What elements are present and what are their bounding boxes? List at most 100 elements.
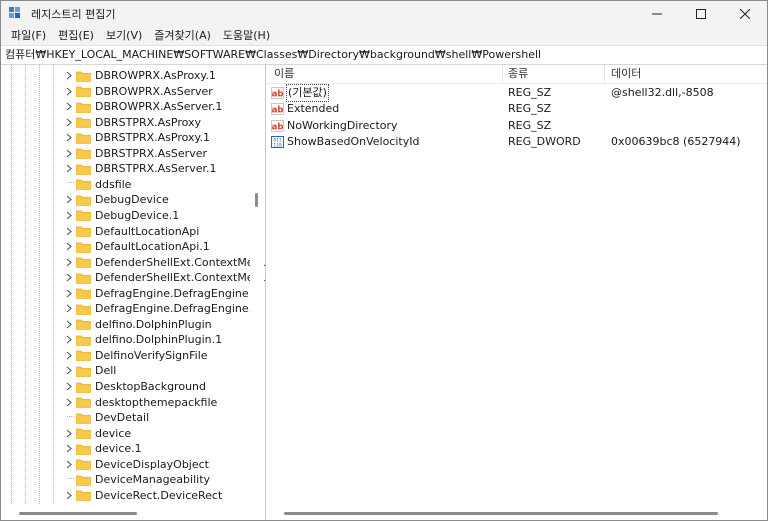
tree-item[interactable]: DefragEngine.DefragEngine	[1, 286, 249, 301]
tree-item[interactable]: delfino.DolphinPlugin.1	[1, 332, 222, 347]
column-data-header[interactable]: 데이터	[611, 65, 641, 83]
chevron-right-icon[interactable]	[64, 289, 74, 298]
value-row[interactable]: ab Extended REG_SZ	[266, 101, 767, 117]
tree-item-label: Dell	[95, 364, 117, 378]
dword-value-icon: 011 110	[271, 135, 284, 148]
key-tree-pane[interactable]: DBROWPRX.AsProxy.1 DBROWPRX.AsServer DBROW…	[1, 65, 266, 520]
tree-item[interactable]: DebugDevice.1	[1, 208, 179, 223]
chevron-right-icon[interactable]	[64, 366, 74, 375]
tree-item[interactable]: DBRSTPRX.AsServer.1	[1, 161, 216, 176]
chevron-right-icon[interactable]	[64, 460, 74, 469]
tree-item[interactable]: DevDetail	[1, 410, 149, 425]
minimize-button[interactable]	[635, 1, 679, 27]
menu-edit[interactable]: 편집(E)	[52, 27, 100, 45]
tree-item[interactable]: DefragEngine.DefragEngine.1	[1, 301, 259, 316]
address-bar[interactable]: 컴퓨터₩HKEY_LOCAL_MACHINE₩SOFTWARE₩Classes₩…	[1, 45, 767, 65]
chevron-right-icon[interactable]	[64, 195, 74, 204]
values-horizontal-scrollbar[interactable]	[266, 506, 767, 520]
tree-item[interactable]: DeviceDisplayObject	[1, 457, 209, 472]
tree-item[interactable]: DelfinoVerifySignFile	[1, 348, 208, 363]
tree-item[interactable]: Dell	[1, 363, 116, 378]
tree-item[interactable]: device	[1, 426, 131, 441]
folder-icon	[76, 163, 91, 175]
folder-icon	[76, 474, 91, 486]
menu-view[interactable]: 보기(V)	[100, 27, 148, 45]
tree-item[interactable]: DBROWPRX.AsServer.1	[1, 99, 222, 114]
tree-item-label: DeviceDisplayObject	[95, 457, 209, 471]
tree-item-label: delfino.DolphinPlugin	[95, 317, 212, 331]
chevron-right-icon[interactable]	[64, 382, 74, 391]
registry-editor-window: 레지스트리 편집기 파일(F) 편집(E) 보기(V) 즐겨찾기(A) 도움말(…	[0, 0, 768, 521]
chevron-right-icon[interactable]	[64, 149, 74, 158]
column-divider[interactable]	[604, 65, 605, 83]
tree-item[interactable]: DBROWPRX.AsServer	[1, 84, 213, 99]
folder-icon	[76, 132, 91, 144]
column-name-header[interactable]: 이름	[274, 65, 294, 83]
menu-help[interactable]: 도움말(H)	[217, 27, 276, 45]
tree-item[interactable]: DefenderShellExt.ContextMenuExt	[1, 270, 265, 285]
column-divider[interactable]	[502, 65, 503, 83]
value-row[interactable]: ab (기본값) REG_SZ @shell32.dll,-8508	[266, 84, 767, 102]
tree-item[interactable]: desktopthemepackfile	[1, 395, 217, 410]
tree-item[interactable]: DefaultLocationApi	[1, 224, 199, 239]
value-data: @shell32.dll,-8508	[611, 86, 714, 99]
tree-item[interactable]: DBRSTPRX.AsProxy	[1, 115, 201, 130]
menu-file[interactable]: 파일(F)	[5, 27, 52, 45]
chevron-right-icon[interactable]	[64, 491, 74, 500]
tree-scroll-thumb[interactable]	[255, 193, 258, 207]
tree-item[interactable]: DesktopBackground	[1, 379, 206, 394]
values-hscroll-thumb[interactable]	[284, 512, 718, 515]
chevron-right-icon[interactable]	[64, 258, 74, 267]
chevron-right-icon[interactable]	[64, 71, 74, 80]
tree-item[interactable]: DBROWPRX.AsProxy.1	[1, 68, 216, 83]
value-type: REG_SZ	[508, 102, 552, 116]
chevron-right-icon[interactable]	[64, 227, 74, 236]
folder-icon	[76, 443, 91, 455]
chevron-right-icon[interactable]	[64, 398, 74, 407]
tree-item[interactable]: DefaultLocationApi.1	[1, 239, 210, 254]
tree-item-label: DesktopBackground	[95, 380, 206, 393]
chevron-right-icon[interactable]	[64, 335, 74, 344]
folder-icon	[76, 349, 91, 362]
value-row[interactable]: 011 110 ShowBasedOnVelocityId REG_DWORD 0x00…	[266, 134, 767, 150]
tree-vertical-scrollbar[interactable]	[250, 65, 264, 506]
svg-text:110: 110	[273, 142, 281, 148]
tree-item-label: DefaultLocationApi.1	[95, 240, 210, 254]
tree-hscroll-thumb[interactable]	[19, 512, 137, 515]
chevron-right-icon[interactable]	[64, 351, 74, 360]
chevron-right-icon[interactable]	[64, 102, 74, 111]
chevron-right-icon[interactable]	[64, 273, 74, 282]
tree-item[interactable]: device.1	[1, 441, 142, 456]
value-name: Extended	[287, 102, 340, 116]
tree-item[interactable]: DBRSTPRX.AsProxy.1	[1, 130, 210, 145]
chevron-right-icon[interactable]	[64, 444, 74, 453]
chevron-right-icon[interactable]	[64, 164, 74, 173]
string-value-icon: ab	[271, 119, 284, 132]
chevron-right-icon[interactable]	[64, 211, 74, 220]
tree-item-label: desktopthemepackfile	[95, 395, 218, 409]
tree-item[interactable]: ddsfile	[1, 177, 131, 192]
tree-item[interactable]: delfino.DolphinPlugin	[1, 317, 212, 332]
tree-item[interactable]: DefenderShellExt.ContextMenuExt	[1, 255, 265, 270]
tree-item[interactable]: DBRSTPRX.AsServer	[1, 146, 207, 161]
chevron-right-icon[interactable]	[64, 133, 74, 142]
menu-favorites[interactable]: 즐겨찾기(A)	[148, 27, 217, 45]
chevron-right-icon[interactable]	[64, 320, 74, 329]
close-button[interactable]	[723, 1, 767, 27]
chevron-right-icon[interactable]	[64, 87, 74, 96]
chevron-right-icon[interactable]	[64, 304, 74, 313]
folder-icon	[76, 85, 91, 97]
tree-horizontal-scrollbar[interactable]	[1, 506, 251, 520]
column-type-header[interactable]: 종류	[508, 65, 528, 83]
value-row[interactable]: ab NoWorkingDirectory REG_SZ	[266, 118, 767, 134]
values-pane[interactable]: 이름 종류 데이터 ab (기본값) REG_SZ @shell32.dll,-850…	[266, 65, 767, 520]
value-name: NoWorkingDirectory	[287, 118, 398, 132]
chevron-right-icon[interactable]	[64, 242, 74, 251]
chevron-right-icon[interactable]	[64, 429, 74, 438]
tree-item[interactable]: DeviceManageability	[1, 472, 210, 487]
chevron-right-icon[interactable]	[64, 118, 74, 127]
string-value-icon: ab	[271, 103, 284, 116]
tree-item[interactable]: DebugDevice	[1, 192, 169, 207]
tree-item[interactable]: DeviceRect.DeviceRect	[1, 488, 222, 503]
maximize-button[interactable]	[679, 1, 723, 27]
